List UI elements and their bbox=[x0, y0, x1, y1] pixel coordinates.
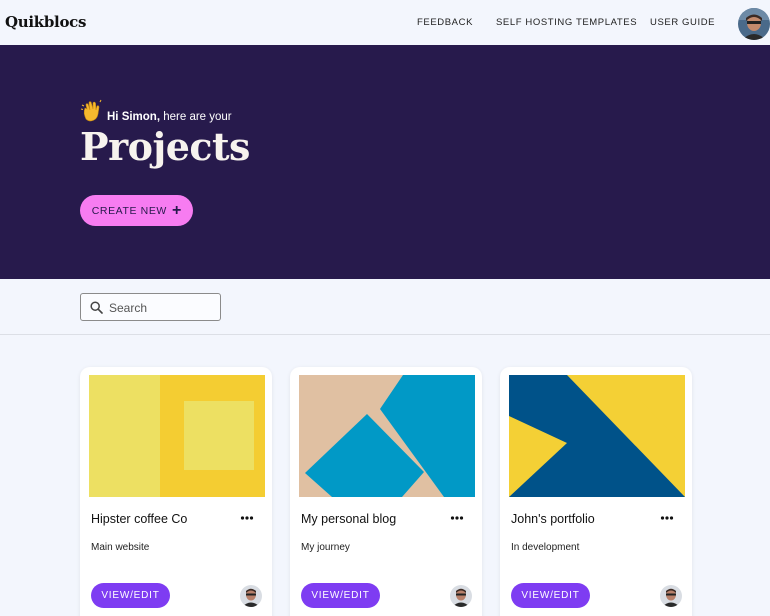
project-title: John's portfolio bbox=[511, 512, 595, 526]
user-avatar[interactable] bbox=[738, 8, 770, 40]
project-description: My journey bbox=[301, 542, 350, 553]
project-description: In development bbox=[511, 542, 580, 553]
create-new-button[interactable]: CREATE NEW + bbox=[80, 195, 193, 226]
owner-avatar bbox=[450, 585, 472, 607]
search-section bbox=[0, 279, 770, 335]
search-box[interactable] bbox=[80, 293, 221, 321]
top-navbar: Quikblocs FEEDBACK SELF HOSTING TEMPLATE… bbox=[0, 0, 770, 45]
project-card[interactable]: John's portfolio In development VIEW/EDI… bbox=[500, 367, 692, 616]
project-thumbnail[interactable] bbox=[509, 375, 685, 497]
project-thumbnail[interactable] bbox=[89, 375, 265, 497]
view-edit-button[interactable]: VIEW/EDIT bbox=[91, 583, 170, 608]
more-options-icon[interactable] bbox=[450, 513, 464, 523]
view-edit-button[interactable]: VIEW/EDIT bbox=[511, 583, 590, 608]
waving-hand-icon bbox=[80, 99, 104, 123]
create-new-label: CREATE NEW bbox=[91, 204, 167, 217]
project-card[interactable]: Hipster coffee Co Main website VIEW/EDIT bbox=[80, 367, 272, 616]
view-edit-label: VIEW/EDIT bbox=[311, 590, 370, 601]
project-card[interactable]: My personal blog My journey VIEW/EDIT bbox=[290, 367, 482, 616]
owner-avatar bbox=[240, 585, 262, 607]
page-title: Projects bbox=[80, 124, 250, 169]
app-logo[interactable]: Quikblocs bbox=[5, 13, 86, 31]
more-options-icon[interactable] bbox=[240, 513, 254, 523]
project-title: Hipster coffee Co bbox=[91, 512, 188, 526]
view-edit-button[interactable]: VIEW/EDIT bbox=[301, 583, 380, 608]
owner-avatar bbox=[660, 585, 682, 607]
more-options-icon[interactable] bbox=[660, 513, 674, 523]
greeting-text: Hi Simon, here are your bbox=[107, 111, 232, 123]
search-input[interactable] bbox=[109, 299, 214, 316]
nav-link-user-guide[interactable]: USER GUIDE bbox=[650, 17, 715, 28]
plus-icon: + bbox=[171, 201, 182, 219]
project-thumbnail[interactable] bbox=[299, 375, 475, 497]
view-edit-label: VIEW/EDIT bbox=[101, 590, 160, 601]
project-description: Main website bbox=[91, 542, 150, 553]
hero-banner: Hi Simon, here are your Projects CREATE … bbox=[0, 45, 770, 279]
view-edit-label: VIEW/EDIT bbox=[521, 590, 580, 601]
nav-link-self-hosting-templates[interactable]: SELF HOSTING TEMPLATES bbox=[496, 17, 637, 28]
nav-link-feedback[interactable]: FEEDBACK bbox=[417, 17, 473, 28]
project-title: My personal blog bbox=[301, 512, 397, 526]
search-icon bbox=[90, 301, 103, 314]
